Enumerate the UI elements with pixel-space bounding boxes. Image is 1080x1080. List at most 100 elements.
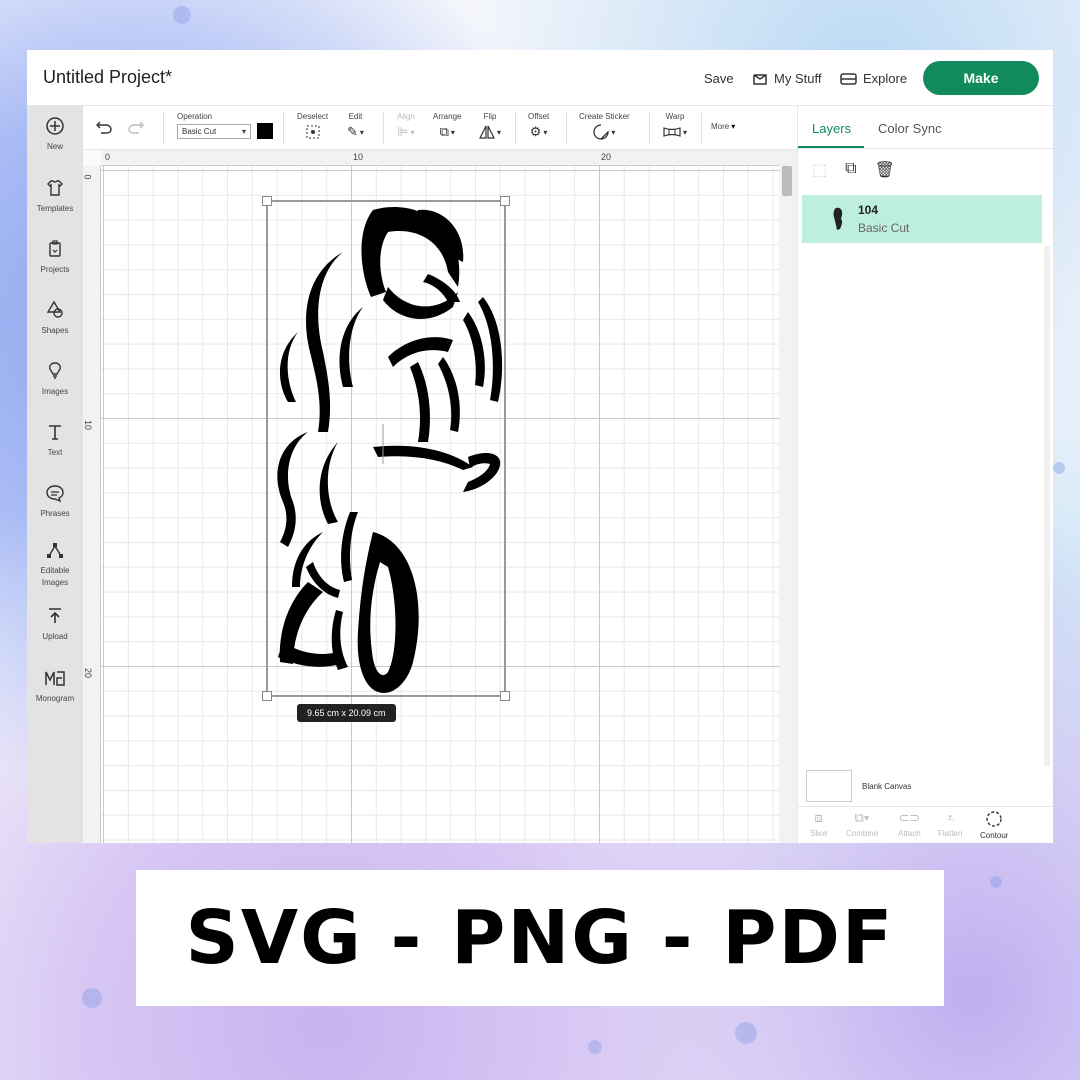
- contour-label: Contour: [980, 831, 1009, 840]
- panel-scrollbar[interactable]: [1044, 246, 1050, 766]
- tool-new[interactable]: New: [27, 116, 83, 153]
- dropdown-arrow-icon: ▾: [241, 126, 246, 136]
- tool-label: Projects: [40, 265, 70, 274]
- arrange-icon: ⧉: [439, 124, 449, 139]
- tool-text[interactable]: Text: [27, 422, 83, 459]
- arrange-button[interactable]: Arrange ⧉ ▾: [433, 112, 461, 140]
- scrollbar-thumb[interactable]: [782, 166, 792, 196]
- paperclip-icon: ⊂⊃: [898, 810, 921, 825]
- dropdown-arrow-icon: ▾: [683, 127, 688, 137]
- my-stuff-button[interactable]: My Stuff: [752, 71, 821, 86]
- group-icon[interactable]: ⬚: [812, 160, 827, 180]
- resize-handle[interactable]: [500, 196, 510, 206]
- flip-label: Flip: [483, 112, 497, 121]
- explore-label: Explore: [863, 71, 908, 86]
- ruler-number: 10: [83, 419, 94, 431]
- make-button[interactable]: Make: [923, 61, 1039, 95]
- warp-label: Warp: [665, 112, 685, 121]
- blank-canvas-thumbnail: [806, 770, 852, 802]
- background-bubble: [82, 988, 102, 1008]
- pen-icon: ✎: [347, 124, 358, 139]
- flip-icon: [479, 125, 495, 139]
- selection-dimensions: 9.65 cm x 20.09 cm: [297, 704, 396, 722]
- contour-button[interactable]: Contour: [980, 810, 1008, 840]
- tool-label: Shapes: [41, 326, 69, 335]
- my-stuff-label: My Stuff: [774, 71, 822, 86]
- resize-handle[interactable]: [262, 196, 272, 206]
- layer-operation: Basic Cut: [858, 221, 910, 235]
- attach-button[interactable]: ⊂⊃ Attach: [898, 810, 921, 838]
- selection-box[interactable]: [262, 196, 510, 701]
- ruler-number: 20: [601, 152, 612, 162]
- tab-color-sync[interactable]: Color Sync: [878, 121, 942, 136]
- format-banner: SVG - PNG - PDF: [136, 870, 944, 1006]
- deselect-icon: [306, 125, 320, 139]
- ruler-number: 10: [353, 152, 364, 162]
- background-bubble: [173, 6, 191, 24]
- dropdown-arrow-icon: ▾: [731, 122, 736, 131]
- flip-button[interactable]: Flip ▾: [479, 112, 501, 140]
- tool-label: Text: [47, 448, 63, 457]
- tool-label: Upload: [42, 632, 68, 641]
- tool-shapes[interactable]: Shapes: [27, 300, 83, 337]
- tab-divider: [798, 148, 1054, 149]
- dropdown-arrow-icon: ▾: [359, 127, 364, 137]
- blank-canvas-option[interactable]: Blank Canvas: [806, 769, 1046, 803]
- ruler-number: 20: [83, 667, 94, 679]
- undo-button[interactable]: [95, 120, 113, 134]
- tool-editable-images[interactable]: Editable Images: [27, 540, 83, 589]
- offset-button[interactable]: Offset ⚙ ▾: [528, 112, 549, 140]
- tool-templates[interactable]: Templates: [27, 178, 83, 215]
- layer-name: 104: [858, 203, 879, 217]
- contour-icon: [986, 811, 1002, 827]
- tool-images[interactable]: Images: [27, 361, 83, 398]
- ruler-top: 0 10 20: [101, 150, 779, 166]
- resize-handle[interactable]: [500, 691, 510, 701]
- tool-upload[interactable]: Upload: [27, 606, 83, 643]
- tool-label: Editable Images: [40, 566, 70, 587]
- tool-projects[interactable]: Projects: [27, 239, 83, 276]
- clipboard-icon: [49, 240, 61, 257]
- offset-label: Offset: [528, 112, 550, 121]
- color-swatch[interactable]: [257, 123, 273, 139]
- combine-label: Combine: [846, 829, 879, 838]
- bulb-icon: [49, 362, 61, 379]
- design-canvas[interactable]: 0 10 20 0 10 20 9.65 cm x 20.09 cm: [83, 150, 797, 843]
- blank-canvas-label: Blank Canvas: [862, 781, 912, 791]
- flatten-button[interactable]: ⩡ Flatten: [938, 810, 962, 838]
- save-button[interactable]: Save: [704, 71, 734, 86]
- edit-button[interactable]: Edit ✎ ▾: [347, 112, 364, 140]
- dropdown-arrow-icon: ▾: [543, 127, 548, 137]
- flatten-icon: ⩡: [946, 810, 954, 825]
- tool-monogram[interactable]: Monogram: [27, 668, 83, 705]
- duplicate-icon[interactable]: ⧉: [845, 160, 856, 180]
- tool-label: Phrases: [40, 509, 70, 518]
- explore-button[interactable]: Explore: [840, 71, 907, 86]
- dropdown-arrow-icon: ▾: [450, 127, 455, 137]
- dropdown-arrow-icon: ▾: [611, 127, 616, 137]
- layer-item[interactable]: 104 Basic Cut: [802, 195, 1042, 243]
- trash-icon[interactable]: 🗑: [875, 160, 895, 180]
- redo-button[interactable]: [127, 120, 145, 134]
- undo-icon: [96, 121, 112, 134]
- resize-handle[interactable]: [262, 691, 272, 701]
- canvas-scrollbar[interactable]: [779, 150, 797, 843]
- more-button[interactable]: More ▾: [711, 122, 735, 131]
- tool-phrases[interactable]: Phrases: [27, 483, 83, 520]
- background-bubble: [735, 1022, 757, 1044]
- operation-select[interactable]: Basic Cut ▾: [177, 123, 251, 139]
- background-bubble: [990, 876, 1002, 888]
- warp-icon: [663, 127, 681, 137]
- combine-button[interactable]: ⧉▾ Combine: [846, 810, 878, 838]
- tab-layers[interactable]: Layers: [812, 121, 851, 136]
- align-button[interactable]: Align ⊫ ▾: [397, 112, 415, 140]
- tool-label: Monogram: [35, 694, 75, 703]
- deselect-button[interactable]: Deselect: [297, 112, 328, 140]
- slice-label: Slice: [810, 829, 828, 838]
- ruler-left: 0 10 20: [83, 166, 101, 843]
- dropdown-arrow-icon: ▾: [497, 127, 502, 137]
- slice-button[interactable]: ⧈ Slice: [810, 810, 827, 838]
- create-sticker-button[interactable]: Create Sticker ▾: [579, 112, 630, 140]
- inbox-icon: [753, 73, 767, 85]
- warp-button[interactable]: Warp ▾: [663, 112, 687, 140]
